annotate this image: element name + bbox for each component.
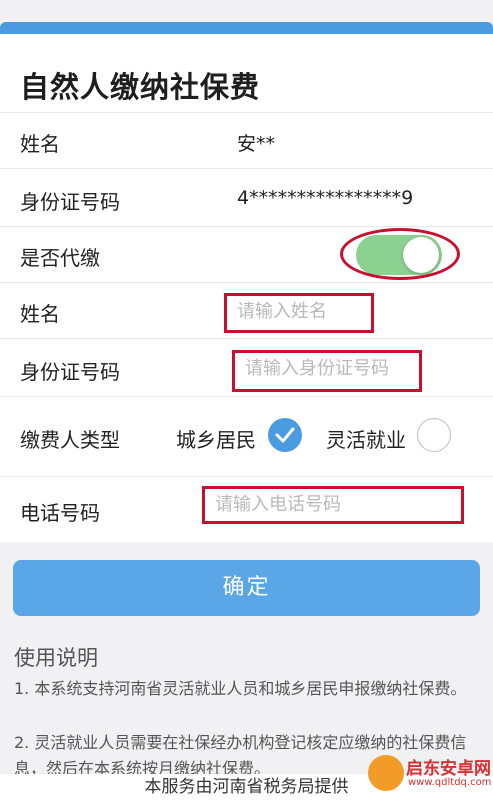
id-value: 4****************9 bbox=[237, 187, 414, 209]
phone-input[interactable]: 请输入电话号码 bbox=[202, 486, 464, 524]
page-title: 自然人缴纳社保费 bbox=[20, 70, 261, 104]
option-urban-rural-check-icon[interactable] bbox=[268, 418, 302, 452]
highlight-oval bbox=[340, 228, 460, 280]
payer-type-label: 缴费人类型 bbox=[20, 428, 120, 452]
proxy-label: 是否代缴 bbox=[20, 246, 100, 270]
proxy-id-input[interactable]: 请输入身份证号码 bbox=[232, 350, 422, 392]
proxy-name-label: 姓名 bbox=[20, 302, 60, 326]
help-title: 使用说明 bbox=[14, 646, 98, 670]
top-strip bbox=[0, 0, 493, 22]
checkmark-icon bbox=[275, 427, 295, 443]
watermark-logo-icon bbox=[368, 755, 404, 791]
name-value: 安** bbox=[237, 133, 276, 155]
help-line-1: 1. 本系统支持河南省灵活就业人员和城乡居民申报缴纳社保费。 bbox=[14, 679, 467, 698]
watermark-title: 启东安卓网 bbox=[406, 759, 491, 779]
option-urban-rural-label[interactable]: 城乡居民 bbox=[176, 424, 256, 453]
proxy-name-input[interactable]: 请输入姓名 bbox=[224, 293, 374, 333]
watermark-logo: 启东安卓网 www.qdltdq.com bbox=[366, 752, 492, 796]
id-label: 身份证号码 bbox=[20, 190, 120, 214]
proxy-id-label: 身份证号码 bbox=[20, 360, 120, 384]
phone-label: 电话号码 bbox=[20, 501, 100, 525]
confirm-button[interactable]: 确定 bbox=[13, 560, 480, 616]
option-flexible-radio-icon[interactable] bbox=[417, 418, 451, 452]
watermark-url: www.qdltdq.com bbox=[408, 777, 492, 788]
option-flexible-label[interactable]: 灵活就业 bbox=[326, 424, 406, 453]
name-label: 姓名 bbox=[20, 132, 60, 156]
